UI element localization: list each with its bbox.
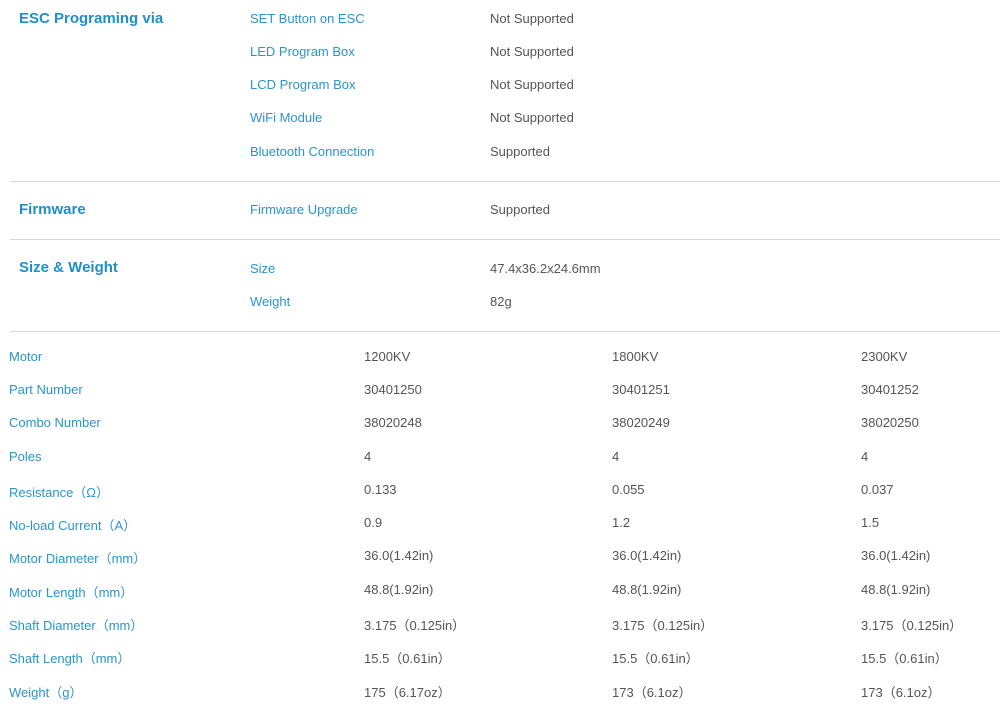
spec-label-firmware-upgrade: Firmware Upgrade [250, 202, 358, 217]
table-row: Motor 1200KV 1800KV 2300KV [0, 349, 1000, 382]
spec-value-lcd-box: Not Supported [490, 77, 574, 92]
section-divider [10, 331, 1000, 332]
spec-value-weight: 82g [490, 294, 512, 309]
table-row: No-load Current（A） 0.9 1.2 1.5 [0, 515, 1000, 548]
row-label-part-number: Part Number [9, 382, 83, 397]
table-cell: 3.175（0.125in） [612, 618, 714, 633]
spec-value-firmware-upgrade: Supported [490, 202, 550, 217]
table-cell: 0.133 [364, 482, 397, 497]
table-cell: 4 [861, 449, 869, 464]
row-label-motor-diameter: Motor Diameter（mm） [9, 551, 147, 566]
spec-label-size: Size [250, 261, 276, 276]
spec-value-wifi-module: Not Supported [490, 110, 574, 125]
spec-label-bluetooth: Bluetooth Connection [250, 144, 375, 159]
table-cell: 36.0(1.42in) [612, 548, 682, 563]
esc-programming-title: ESC Programing via [19, 10, 164, 27]
spec-label-wifi-module: WiFi Module [250, 110, 323, 125]
table-cell: 2300KV [861, 349, 908, 364]
table-row: Resistance（Ω） 0.133 0.055 0.037 [0, 482, 1000, 515]
size-weight-section: Size & Weight Size 47.4x36.2x24.6mm Weig… [10, 240, 1000, 331]
table-cell: 36.0(1.42in) [364, 548, 434, 563]
table-row: Motor Length（mm） 48.8(1.92in) 48.8(1.92i… [0, 582, 1000, 615]
table-cell: 48.8(1.92in) [612, 582, 682, 597]
row-label-shaft-length: Shaft Length（mm） [9, 651, 131, 666]
table-row: Shaft Length（mm） 15.5（0.61in） 15.5（0.61i… [0, 648, 1000, 681]
row-label-motor-length: Motor Length（mm） [9, 585, 134, 600]
spec-label-lcd-box: LCD Program Box [250, 77, 356, 92]
row-label-motor: Motor [9, 349, 43, 364]
table-cell: 1.5 [861, 515, 880, 530]
table-cell: 1200KV [364, 349, 411, 364]
table-cell: 30401252 [861, 382, 919, 397]
table-cell: 0.9 [364, 515, 383, 530]
table-cell: 15.5（0.61in） [861, 651, 948, 666]
size-weight-title: Size & Weight [19, 259, 118, 276]
table-cell: 173（6.1oz） [612, 685, 692, 700]
table-cell: 38020248 [364, 415, 422, 430]
table-cell: 4 [364, 449, 372, 464]
spec-value-bluetooth: Supported [490, 144, 550, 159]
table-cell: 175（6.17oz） [364, 685, 451, 700]
table-cell: 3.175（0.125in） [364, 618, 466, 633]
spec-value-led-box: Not Supported [490, 44, 574, 59]
spec-label-weight: Weight [250, 294, 291, 309]
row-label-combo-number: Combo Number [9, 415, 101, 430]
table-cell: 173（6.1oz） [861, 685, 941, 700]
spec-value-size: 47.4x36.2x24.6mm [490, 261, 601, 276]
spec-label-led-box: LED Program Box [250, 44, 355, 59]
firmware-title: Firmware [19, 201, 86, 218]
esc-programming-section: ESC Programing via SET Button on ESC Not… [10, 0, 1000, 181]
table-cell: 3.175（0.125in） [861, 618, 963, 633]
row-label-no-load-current: No-load Current（A） [9, 518, 137, 533]
firmware-section: Firmware Firmware Upgrade Supported [10, 182, 1000, 239]
table-cell: 38020249 [612, 415, 670, 430]
table-cell: 0.037 [861, 482, 894, 497]
table-row: Poles 4 4 4 [0, 449, 1000, 482]
row-label-resistance: Resistance（Ω） [9, 485, 110, 500]
table-row: Weight（g） 175（6.17oz） 173（6.1oz） 173（6.1… [0, 682, 1000, 715]
table-row: Motor Diameter（mm） 36.0(1.42in) 36.0(1.4… [0, 548, 1000, 581]
table-row: Part Number 30401250 30401251 30401252 [0, 382, 1000, 415]
table-row: Combo Number 38020248 38020249 38020250 [0, 415, 1000, 448]
spec-label-set-button: SET Button on ESC [250, 11, 365, 26]
table-cell: 48.8(1.92in) [861, 582, 931, 597]
table-cell: 48.8(1.92in) [364, 582, 434, 597]
table-cell: 1.2 [612, 515, 631, 530]
row-label-weight: Weight（g） [9, 685, 83, 700]
table-cell: 30401250 [364, 382, 422, 397]
table-cell: 1800KV [612, 349, 659, 364]
table-row: Shaft Diameter（mm） 3.175（0.125in） 3.175（… [0, 615, 1000, 648]
table-cell: 36.0(1.42in) [861, 548, 931, 563]
table-cell: 15.5（0.61in） [364, 651, 451, 666]
row-label-shaft-diameter: Shaft Diameter（mm） [9, 618, 144, 633]
table-cell: 38020250 [861, 415, 919, 430]
table-cell: 15.5（0.61in） [612, 651, 699, 666]
row-label-poles: Poles [9, 449, 42, 464]
table-cell: 4 [612, 449, 620, 464]
table-cell: 30401251 [612, 382, 670, 397]
spec-value-set-button: Not Supported [490, 11, 574, 26]
table-cell: 0.055 [612, 482, 645, 497]
